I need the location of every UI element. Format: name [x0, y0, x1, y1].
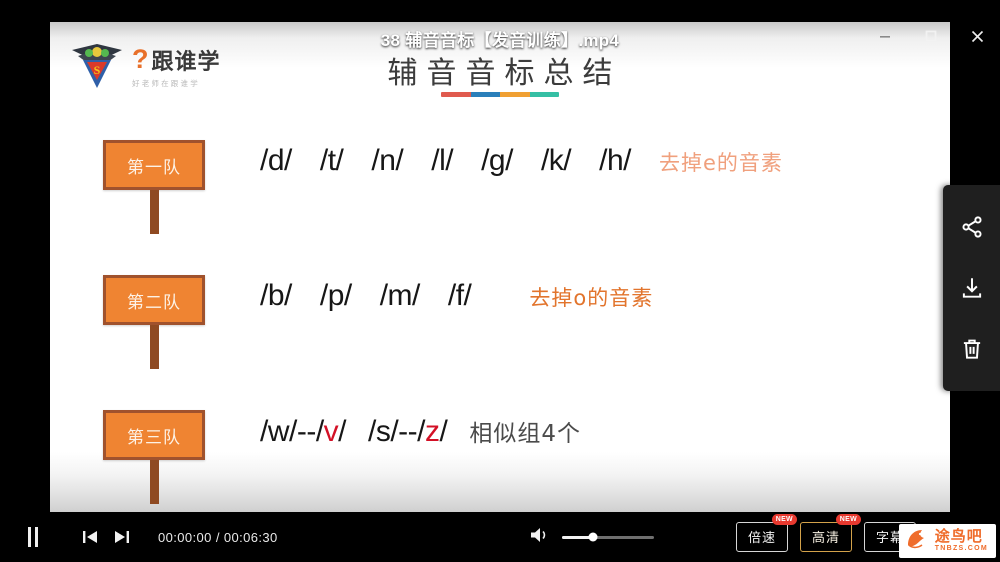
team-rows: 第一队 /d/ /t/ /n/ /l/ /g/ /k/ /h/ 去掉e的音素 第… — [50, 130, 950, 528]
next-button[interactable] — [106, 524, 136, 550]
phoneme-list: /w/--/v/ /s/--/z/ 相似组4个 — [260, 414, 581, 449]
team-sign-post — [149, 460, 159, 504]
team-sign-post — [149, 190, 159, 234]
watermark-url: TNBZS.COM — [934, 545, 988, 553]
pair-red: z — [425, 415, 440, 448]
phoneme: /k/ — [540, 144, 572, 177]
quality-label: 高清 — [811, 531, 840, 546]
team-sign: 第二队 — [103, 275, 205, 369]
bird-logo-icon — [904, 527, 930, 555]
pair-red: v — [323, 415, 339, 448]
rule-seg-1 — [441, 92, 471, 97]
phoneme-pair: /s/--/z/ — [368, 415, 448, 449]
video-player-window: S ? 跟谁学 好老师在跟谁学 辅音音标总结 第一队 /d/ /t/ /n/ /… — [0, 0, 1000, 562]
volume-icon[interactable] — [530, 526, 552, 549]
phoneme: /g/ — [481, 144, 513, 177]
team-sign: 第一队 — [103, 140, 205, 234]
team-row: 第三队 /w/--/v/ /s/--/z/ 相似组4个 — [50, 400, 950, 528]
minimize-icon[interactable] — [862, 22, 908, 50]
new-badge: NEW — [771, 514, 797, 525]
pair-right: / — [338, 415, 346, 448]
title-color-rule — [441, 92, 559, 97]
controls-left-group: 00:00:00 / 00:06:30 — [0, 524, 278, 550]
volume-slider[interactable] — [562, 532, 654, 542]
rule-seg-4 — [529, 92, 559, 97]
team-row: 第一队 /d/ /t/ /n/ /l/ /g/ /k/ /h/ 去掉e的音素 — [50, 130, 950, 265]
team-sign: 第三队 — [103, 410, 205, 504]
phoneme: /h/ — [599, 144, 631, 177]
team-row: 第二队 /b/ /p/ /m/ /f/ 去掉o的音素 — [50, 265, 950, 400]
share-icon[interactable] — [958, 213, 986, 241]
row-note: 相似组4个 — [469, 421, 581, 447]
phoneme: /l/ — [431, 144, 454, 177]
slide-title: 辅音音标总结 — [387, 56, 622, 91]
window-titlebar — [0, 0, 1000, 22]
playback-speed-button[interactable]: 倍速 NEW — [735, 514, 797, 552]
team-sign-board: 第二队 — [103, 275, 205, 325]
team-sign-label: 第三队 — [127, 427, 181, 448]
row-note: 去掉e的音素 — [658, 151, 783, 175]
watermark-texts: 途鸟吧 TNBZS.COM — [935, 529, 988, 552]
download-icon[interactable] — [958, 274, 986, 302]
watermark-name: 途鸟吧 — [934, 528, 983, 546]
team-sign-post — [149, 325, 159, 369]
team-sign-board: 第一队 — [103, 140, 205, 190]
rule-seg-2 — [470, 92, 500, 97]
time-display: 00:00:00 / 00:06:30 — [158, 529, 278, 545]
pair-left: /s/--/ — [368, 415, 426, 448]
phoneme: /n/ — [371, 144, 404, 177]
team-sign-board: 第三队 — [103, 410, 205, 460]
pair-left: /w/--/ — [260, 415, 324, 448]
phoneme: /f/ — [447, 279, 472, 312]
phoneme-pair: /w/--/v/ — [260, 415, 346, 449]
playback-speed-label: 倍速 — [747, 531, 776, 546]
phoneme-list: /d/ /t/ /n/ /l/ /g/ /k/ /h/ 去掉e的音素 — [260, 144, 783, 178]
phoneme: /b/ — [260, 279, 292, 312]
window-controls — [862, 22, 1000, 50]
phoneme-list: /b/ /p/ /m/ /f/ 去掉o的音素 — [260, 279, 653, 313]
side-tool-panel — [943, 185, 1000, 391]
video-stage[interactable]: S ? 跟谁学 好老师在跟谁学 辅音音标总结 第一队 /d/ /t/ /n/ /… — [50, 22, 950, 528]
maximize-icon[interactable] — [908, 22, 954, 50]
phoneme: /t/ — [319, 144, 344, 177]
volume-group — [530, 526, 654, 549]
new-badge: NEW — [835, 514, 861, 525]
phoneme: /p/ — [319, 279, 352, 312]
site-watermark: 途鸟吧 TNBZS.COM — [898, 524, 996, 558]
phoneme: /d/ — [260, 144, 292, 177]
previous-button[interactable] — [76, 524, 106, 550]
close-icon[interactable] — [954, 22, 1000, 50]
phoneme: /m/ — [379, 279, 421, 312]
team-sign-label: 第二队 — [127, 292, 181, 313]
volume-knob[interactable] — [588, 532, 598, 542]
team-sign-label: 第一队 — [127, 157, 181, 178]
pair-right: / — [439, 415, 448, 448]
pause-button[interactable] — [28, 527, 38, 547]
delete-icon[interactable] — [958, 335, 986, 363]
player-controls: 00:00:00 / 00:06:30 倍速 NEW 高清 NEW 字幕 — [0, 512, 1000, 562]
rule-seg-3 — [500, 92, 530, 97]
row-note: 去掉o的音素 — [529, 286, 654, 310]
quality-button[interactable]: 高清 NEW — [799, 514, 861, 552]
